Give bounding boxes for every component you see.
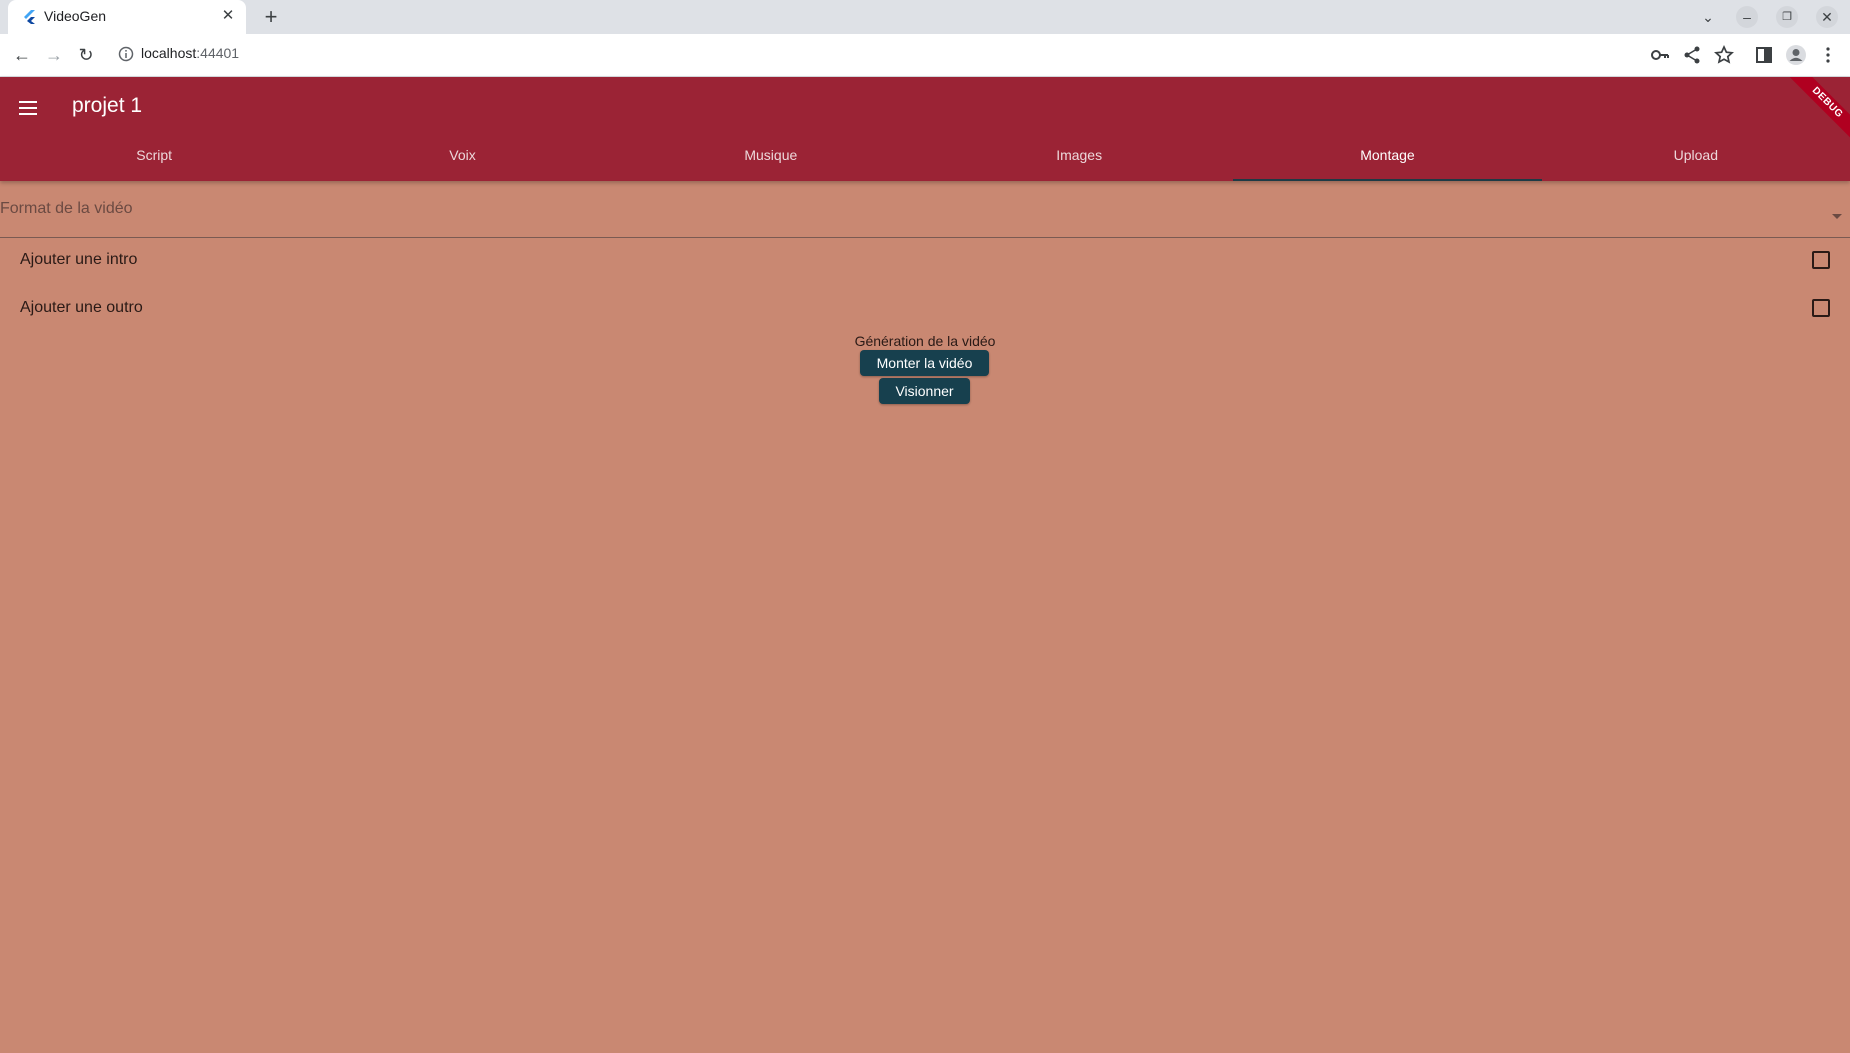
video-format-label: Format de la vidéo [0,200,133,217]
profile-icon[interactable] [1784,43,1808,67]
tab-images[interactable]: Images [925,133,1233,181]
intro-label: Ajouter une intro [20,251,138,268]
video-format-dropdown[interactable]: Format de la vidéo [0,181,1850,238]
intro-checkbox[interactable] [1812,251,1830,269]
browser-tab[interactable]: VideoGen ✕ [8,0,246,34]
tab-voix[interactable]: Voix [308,133,616,181]
share-icon[interactable] [1680,43,1704,67]
back-icon[interactable]: ← [8,41,36,69]
reload-icon[interactable]: ↻ [72,41,100,69]
outro-checkbox[interactable] [1812,299,1830,317]
key-icon[interactable] [1648,43,1672,67]
hamburger-menu-icon[interactable] [16,96,40,120]
intro-checkbox-row[interactable]: Ajouter une intro [0,237,1850,285]
build-video-button[interactable]: Monter la vidéo [860,350,989,376]
minimize-icon[interactable]: – [1736,6,1758,28]
page-title: projet 1 [72,94,143,117]
watch-button[interactable]: Visionner [879,378,970,404]
tab-montage[interactable]: Montage [1233,133,1542,181]
more-menu-icon[interactable] [1816,43,1840,67]
outro-checkbox-row[interactable]: Ajouter une outro [0,285,1850,333]
side-panel-icon[interactable] [1752,43,1776,67]
close-window-icon[interactable]: ✕ [1816,6,1838,28]
info-icon[interactable] [118,46,134,62]
tab-script[interactable]: Script [0,133,308,181]
tab-upload[interactable]: Upload [1542,133,1850,181]
browser-tab-title: VideoGen [44,8,107,24]
flutter-icon [24,10,35,24]
tab-musique[interactable]: Musique [617,133,925,181]
app-bar: projet 1 Script Voix Musique Images Mont… [0,77,1850,181]
restore-icon[interactable]: ❐ [1776,6,1798,28]
outro-label: Ajouter une outro [20,299,143,316]
browser-tabstrip: VideoGen ✕ + ⌄ – ❐ ✕ [0,0,1850,34]
forward-icon[interactable]: → [40,41,68,69]
dropdown-arrow-icon [1832,214,1842,219]
url-port: :44401 [196,45,240,61]
url-host: localhost [141,45,197,61]
close-tab-icon[interactable]: ✕ [218,6,238,26]
address-bar[interactable]: localhost:44401 [141,45,239,61]
generation-title: Génération de la vidéo [854,333,996,349]
star-icon[interactable] [1712,43,1736,67]
tab-search-icon[interactable]: ⌄ [1696,6,1720,28]
tab-bar: Script Voix Musique Images Montage Uploa… [0,133,1850,181]
new-tab-icon[interactable]: + [258,4,284,30]
browser-toolbar: ← → ↻ localhost:44401 [0,34,1850,77]
